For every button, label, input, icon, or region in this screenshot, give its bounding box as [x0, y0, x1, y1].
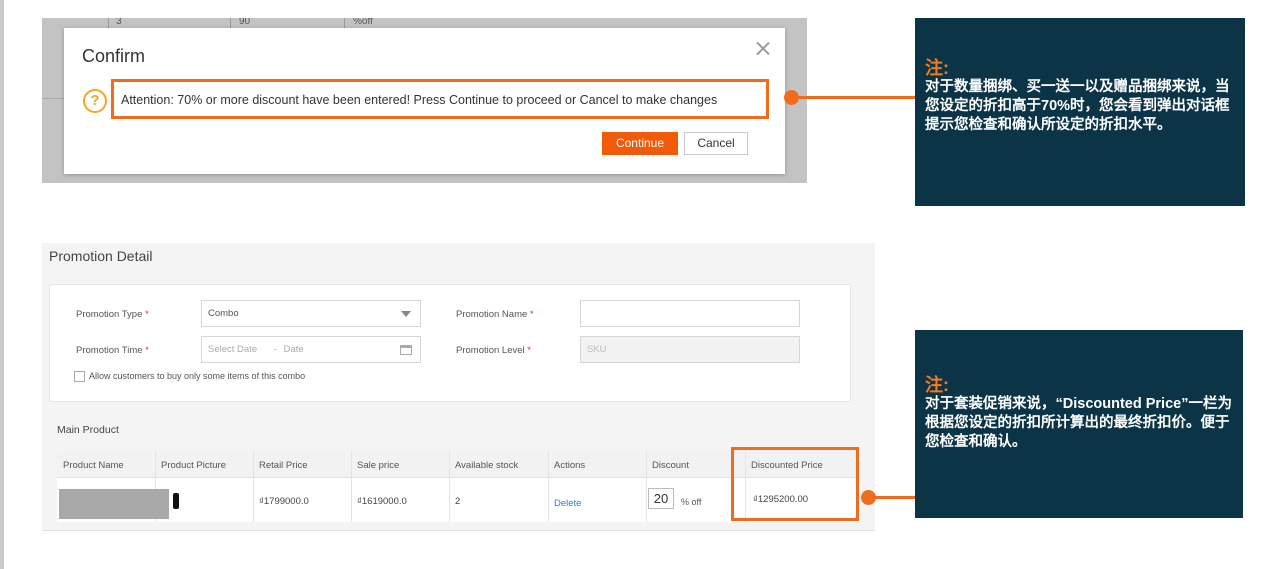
background-value: 90 — [239, 18, 251, 27]
sale-price-cell: ₫1619000.0 — [357, 496, 407, 507]
background-unit: %off — [353, 18, 373, 27]
note-body: 对于套装促销来说，“Discounted Price”一栏为根据您设定的折扣所计… — [925, 396, 1232, 450]
col-actions: Actions — [554, 460, 586, 471]
col-product-name: Product Name — [63, 460, 124, 471]
main-product-heading: Main Product — [57, 424, 119, 436]
attention-highlight: Attention: 70% or more discount have bee… — [111, 79, 769, 119]
partial-combo-checkbox[interactable] — [74, 371, 85, 382]
attention-message: Attention: 70% or more discount have bee… — [121, 93, 718, 107]
background-qty: 3 — [116, 18, 122, 27]
col-divider — [449, 451, 450, 522]
note-box-discounted-price: 注: 对于套装促销来说，“Discounted Price”一栏为根据您设定的折… — [915, 330, 1243, 518]
page: 3 90 %off Confirm ? Attention: 70% or mo… — [0, 0, 1274, 569]
stock-cell: 2 — [455, 496, 461, 507]
connector-line — [795, 96, 917, 99]
col-available-stock: Available stock — [455, 460, 519, 471]
promotion-type-label: Promotion Type * — [76, 309, 149, 320]
calendar-icon — [400, 345, 412, 355]
end-date-placeholder: Date — [283, 344, 304, 355]
col-retail-price: Retail Price — [259, 460, 308, 471]
note-body: 对于数量捆绑、买一送一以及赠品捆绑来说，当您设定的折扣高于70%时，您会看到弹出… — [925, 79, 1230, 133]
cancel-button[interactable]: Cancel — [684, 132, 748, 155]
divider — [108, 18, 109, 28]
col-divider — [646, 451, 647, 522]
product-picture — [173, 493, 179, 509]
start-date-placeholder: Select Date — [208, 344, 258, 355]
divider — [344, 18, 345, 28]
continue-button[interactable]: Continue — [602, 132, 678, 155]
close-icon[interactable] — [755, 40, 771, 56]
promotion-level-label: Promotion Level * — [456, 345, 531, 356]
promotion-level-input: SKU — [580, 336, 800, 363]
promotion-time-picker[interactable]: Select Date - Date — [201, 336, 421, 363]
col-divider — [548, 451, 549, 522]
divider — [230, 18, 231, 28]
promotion-form: Promotion Type * Combo Promotion Name * … — [49, 284, 851, 402]
col-sale-price: Sale price — [357, 460, 400, 471]
promotion-time-label: Promotion Time * — [76, 345, 149, 356]
partial-combo-checkbox-label: Allow customers to buy only some items o… — [89, 371, 306, 381]
date-separator: - — [273, 344, 277, 355]
background-line — [42, 98, 64, 99]
discount-unit: % off — [681, 497, 702, 507]
redacted-product-name — [59, 489, 169, 519]
page-title: Promotion Detail — [49, 248, 153, 264]
background-table-row: 3 90 %off — [42, 18, 807, 28]
promotion-name-input[interactable] — [580, 300, 800, 327]
discount-input[interactable]: 20 — [648, 488, 674, 509]
chevron-down-icon — [401, 311, 411, 317]
dialog-title: Confirm — [82, 46, 146, 66]
col-product-picture: Product Picture — [161, 460, 226, 471]
confirm-screenshot: 3 90 %off Confirm ? Attention: 70% or mo… — [42, 18, 807, 183]
connector-line — [873, 496, 917, 499]
promotion-type-select[interactable]: Combo — [201, 300, 421, 327]
note-box-dialog: 注: 对于数量捆绑、买一送一以及赠品捆绑来说，当您设定的折扣高于70%时，您会看… — [915, 18, 1245, 206]
col-discount: Discount — [652, 460, 689, 471]
note-title: 注: — [925, 58, 949, 78]
col-divider — [351, 451, 352, 522]
delete-link[interactable]: Delete — [554, 498, 581, 509]
discounted-price-highlight — [731, 447, 859, 521]
col-divider — [253, 451, 254, 522]
left-edge-bar — [0, 0, 4, 569]
retail-price-cell: ₫1799000.0 — [259, 496, 309, 507]
confirm-dialog: Confirm ? Attention: 70% or more discoun… — [64, 28, 785, 174]
note-title: 注: — [925, 375, 949, 395]
warning-icon: ? — [83, 89, 107, 113]
promotion-name-label: Promotion Name * — [456, 309, 534, 320]
